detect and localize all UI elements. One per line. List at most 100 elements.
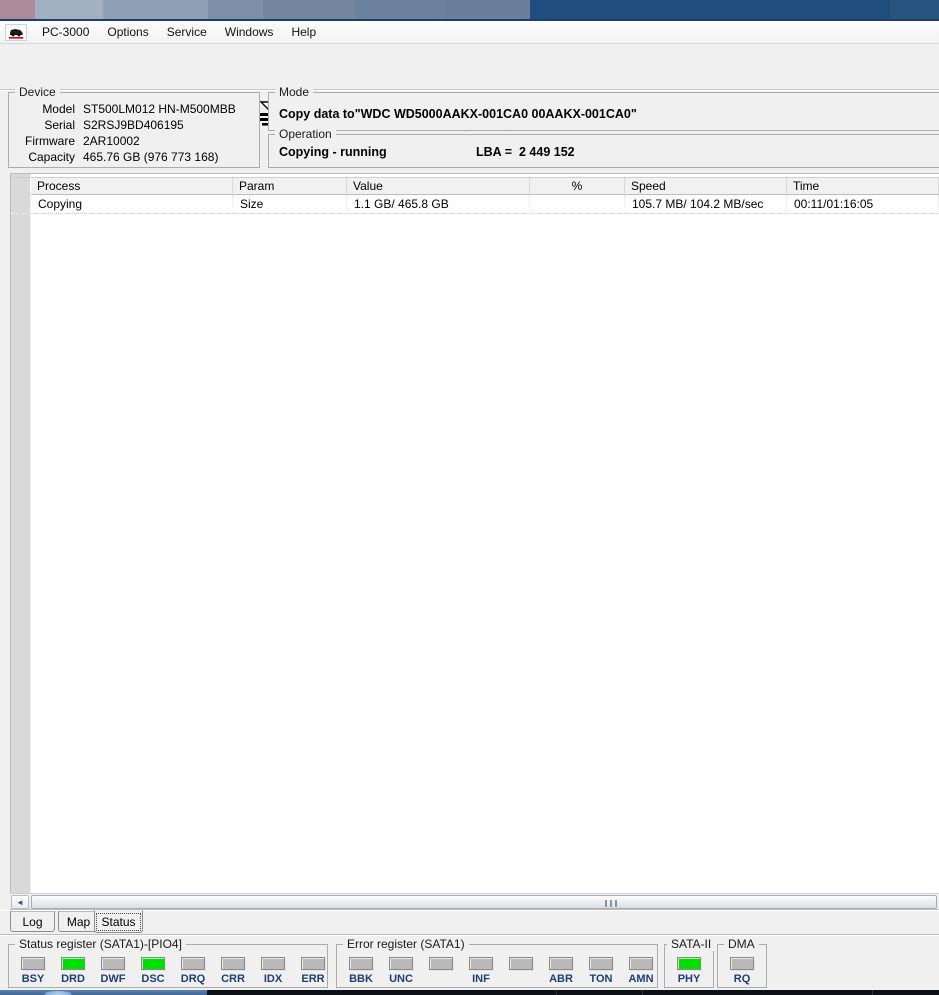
lba-value: 2 449 152: [519, 145, 575, 159]
led-indicator: [677, 957, 701, 970]
tab-log[interactable]: Log: [10, 911, 55, 932]
led-label: RQ: [733, 973, 751, 985]
led-drd: DRD: [53, 957, 93, 985]
led-label: DRQ: [180, 973, 206, 985]
tab-status[interactable]: Status: [94, 910, 143, 933]
led-label: DSC: [141, 973, 165, 985]
cell-time: 00:11/01:16:05: [787, 196, 939, 214]
device-field-serial: Serial S2RSJ9BD406195: [9, 117, 259, 133]
grid-row-selector-column: [11, 174, 31, 893]
device-model-value: ST500LM012 HN-M500MBB: [83, 102, 236, 116]
led-indicator: [181, 957, 205, 970]
strip-block: [35, 0, 103, 21]
mode-groupbox: Mode Copy data to"WDC WD5000AAKX-001CA0 …: [268, 85, 939, 131]
led-label: PHY: [677, 973, 701, 985]
led-label: ABR: [549, 973, 573, 985]
strip-block: [890, 0, 939, 21]
pc3000-car-icon[interactable]: [5, 23, 27, 41]
scrollbar-thumb[interactable]: [31, 895, 937, 909]
led-idx: IDX: [253, 957, 293, 985]
scrollbar-left-arrow[interactable]: ◄: [11, 895, 29, 909]
led-inf: INF: [461, 957, 501, 985]
led-abr: ABR: [541, 957, 581, 985]
operation-status-text: Copying - running: [279, 145, 387, 159]
grid-header-param: Param: [233, 178, 347, 196]
led-label: TON: [589, 973, 613, 985]
menu-item-options[interactable]: Options: [98, 22, 157, 42]
led-indicator: [549, 957, 573, 970]
strip-block: [0, 0, 35, 21]
device-serial-label: Serial: [44, 118, 75, 132]
cell-process: Copying: [31, 196, 233, 214]
taskbar-separator: [872, 990, 873, 995]
led-label: ERR: [301, 973, 325, 985]
operation-groupbox-title: Operation: [275, 127, 336, 141]
device-field-capacity: Capacity 465.76 GB (976 773 168): [9, 149, 259, 165]
taskbar-separator: [642, 990, 643, 995]
error-register-groupbox: Error register (SATA1) BBK UNC INF ABR T…: [336, 937, 661, 988]
tab-map-label: Map: [66, 914, 91, 929]
led-indicator: [589, 957, 613, 970]
cell-percent: [530, 196, 625, 214]
led-dsc: DSC: [133, 957, 173, 985]
device-fields: Model ST500LM012 HN-M500MBB Serial S2RSJ…: [9, 101, 259, 165]
strip-block: [530, 0, 890, 21]
menu-item-help[interactable]: Help: [282, 22, 325, 42]
grid-header-percent: %: [530, 178, 625, 196]
tab-map[interactable]: Map: [58, 911, 99, 932]
grid-header-value: Value: [347, 178, 530, 196]
led-crr: CRR: [213, 957, 253, 985]
grid-row-copying[interactable]: Copying Size 1.1 GB/ 465.8 GB 105.7 MB/ …: [11, 196, 939, 214]
strip-block: [103, 0, 208, 21]
led-phy: PHY: [669, 957, 709, 985]
led-err: ERR: [293, 957, 333, 985]
strip-block: [445, 0, 530, 21]
tab-status-label: Status: [96, 912, 141, 931]
led-rq: RQ: [722, 957, 762, 985]
horizontal-scrollbar[interactable]: ◄: [10, 893, 939, 910]
strip-block: [208, 0, 263, 21]
led-blank-1: [421, 957, 461, 974]
cell-value: 1.1 GB/ 465.8 GB: [347, 196, 530, 214]
lba-label: LBA =: [476, 145, 512, 159]
dma-groupbox: DMA RQ: [717, 937, 767, 988]
start-orb-icon[interactable]: [40, 991, 76, 995]
led-label: AMN: [628, 973, 654, 985]
register-status-bar: Status register (SATA1)-[PIO4] BSY DRD D…: [0, 937, 939, 990]
led-indicator: [469, 957, 493, 970]
dma-title: DMA: [724, 937, 759, 951]
statusbar-divider: [0, 934, 939, 936]
led-indicator: [141, 957, 165, 970]
sata2-groupbox: SATA-II PHY: [664, 937, 716, 988]
device-serial-value: S2RSJ9BD406195: [83, 118, 184, 132]
menu-item-windows[interactable]: Windows: [216, 22, 283, 42]
led-dwf: DWF: [93, 957, 133, 985]
led-label: BBK: [349, 973, 373, 985]
led-indicator: [629, 957, 653, 970]
led-label: INF: [472, 973, 490, 985]
led-indicator: [389, 957, 413, 970]
grid-row-selector-cell[interactable]: [11, 196, 31, 214]
device-capacity-value: 465.76 GB (976 773 168): [83, 150, 219, 164]
mode-text: Copy data to"WDC WD5000AAKX-001CA0 00AAK…: [279, 107, 637, 121]
device-firmware-value: 2AR10002: [83, 134, 140, 148]
taskbar-separator: [556, 990, 557, 995]
led-bsy: BSY: [13, 957, 53, 985]
device-model-label: Model: [42, 102, 75, 116]
led-amn: AMN: [621, 957, 661, 985]
device-firmware-label: Firmware: [25, 134, 75, 148]
device-field-model: Model ST500LM012 HN-M500MBB: [9, 101, 259, 117]
operation-groupbox: Operation Copying - running LBA = 2 449 …: [268, 127, 939, 168]
taskbar-blue-segment: [0, 990, 207, 995]
menu-item-pc3000[interactable]: PC-3000: [33, 22, 98, 42]
strip-block: [263, 0, 355, 21]
led-label: UNC: [389, 973, 413, 985]
grid-header-time: Time: [787, 178, 939, 196]
taskbar-sliver: [0, 990, 939, 995]
strip-block: [355, 0, 445, 21]
menu-item-service[interactable]: Service: [158, 22, 216, 42]
led-indicator: [21, 957, 45, 970]
grid-header-selector: [11, 178, 31, 196]
led-indicator: [101, 957, 125, 970]
device-groupbox-title: Device: [15, 85, 60, 99]
